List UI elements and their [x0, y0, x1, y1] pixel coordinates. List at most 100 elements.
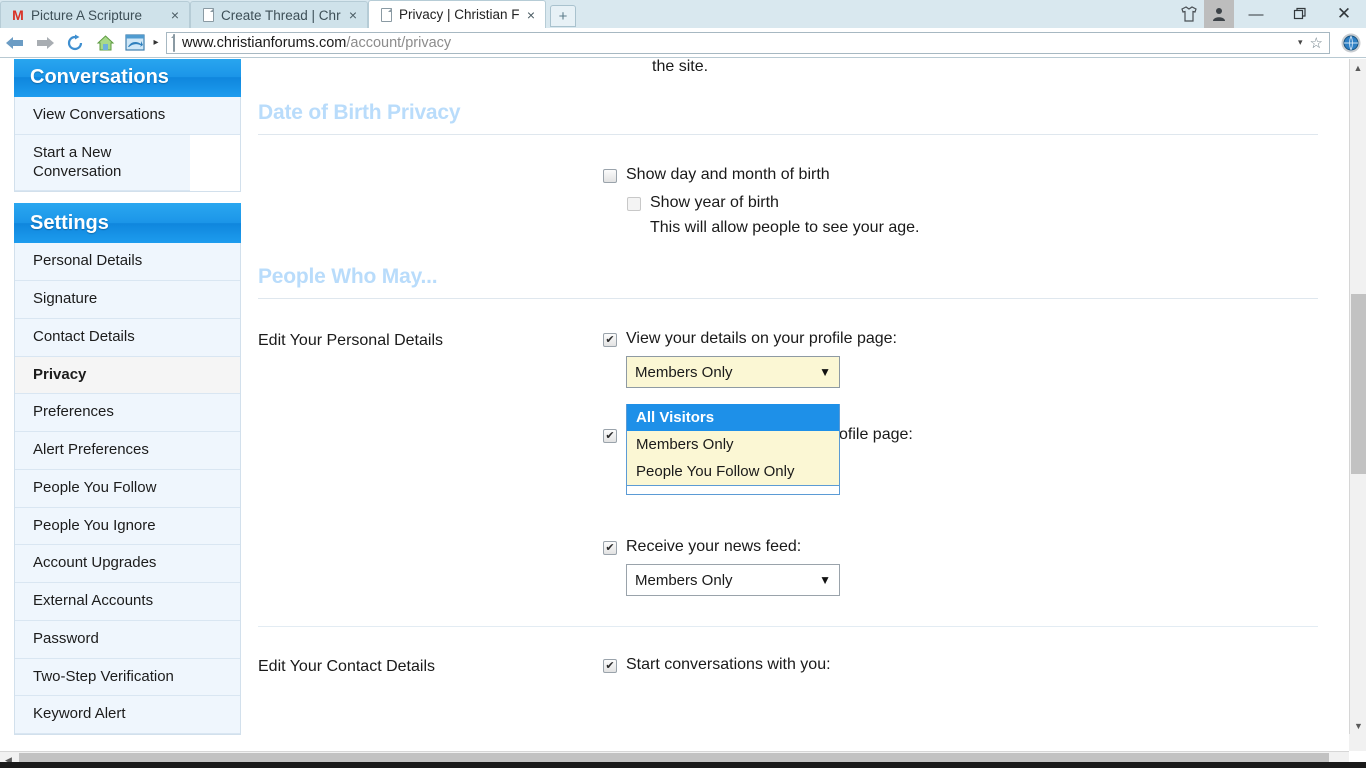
sidebar-item-start-a-new-conversation[interactable]: Start a New Conversation	[15, 134, 190, 192]
scroll-up-button[interactable]: ▲	[1350, 59, 1366, 76]
minimize-button[interactable]: —	[1234, 0, 1278, 28]
section-heading-people-who-may: People Who May...	[258, 237, 1318, 299]
view-identities-checkbox[interactable]: ✔	[603, 429, 617, 443]
sidebar-item-personal-details[interactable]: Personal Details	[15, 243, 240, 281]
sidebar-item-external-accounts[interactable]: External Accounts	[15, 583, 240, 621]
clipped-paragraph-tail: the site.	[652, 59, 709, 75]
chevron-down-icon: ▼	[819, 365, 831, 379]
scrollbar-corner	[1349, 734, 1366, 751]
show-year-checkbox[interactable]	[627, 197, 641, 211]
browser-tab-3[interactable]: Privacy | Christian F ×	[368, 0, 546, 28]
forward-arrow-icon[interactable]	[30, 28, 60, 58]
news-feed-select[interactable]: Members Only ▼	[626, 564, 840, 596]
edit-contact-details-fields: ✔ Start conversations with you:	[603, 655, 1318, 676]
tab-strip: M Picture A Scripture × Create Thread | …	[0, 0, 1366, 28]
tab-title: Privacy | Christian F	[399, 7, 519, 22]
view-details-select[interactable]: Members Only ▼	[626, 356, 840, 388]
start-conversations-label: Start conversations with you:	[626, 656, 831, 673]
edit-contact-details-row: Edit Your Contact Details ✔ Start conver…	[258, 627, 1318, 676]
start-conversations-row[interactable]: ✔ Start conversations with you:	[603, 655, 1318, 674]
view-details-row[interactable]: ✔ View your details on your profile page…	[603, 329, 1318, 348]
sidebar-item-people-you-follow[interactable]: People You Follow	[15, 469, 240, 508]
sidebar-item-alert-preferences[interactable]: Alert Preferences	[15, 432, 240, 470]
view-identities-label: ofile page:	[839, 426, 913, 443]
sidebar-item-people-you-ignore[interactable]: People You Ignore	[15, 507, 240, 546]
main-content: the site. Date of Birth Privacy Show day…	[258, 59, 1318, 676]
feeds-icon[interactable]	[120, 28, 150, 58]
sidebar-heading-conversations: Conversations	[14, 59, 241, 97]
chevron-down-icon: ▼	[819, 573, 831, 587]
sidebar-item-privacy[interactable]: Privacy	[15, 356, 240, 395]
sidebar-item-view-conversations[interactable]: View Conversations	[15, 97, 240, 135]
edit-contact-details-label: Edit Your Contact Details	[258, 658, 435, 675]
scroll-down-button[interactable]: ▼	[1350, 717, 1366, 734]
news-feed-checkbox[interactable]: ✔	[603, 541, 617, 555]
bookmark-star-icon[interactable]: ☆	[1310, 34, 1323, 52]
view-details-checkbox[interactable]: ✔	[603, 333, 617, 347]
section-heading-date-of-birth-privacy: Date of Birth Privacy	[258, 81, 1318, 135]
toolbar-overflow-icon[interactable]: ▸	[150, 28, 162, 58]
sidebar-item-signature[interactable]: Signature	[15, 281, 240, 319]
edit-personal-details-row: Edit Your Personal Details ✔ View your d…	[258, 299, 1318, 596]
gmail-icon: M	[12, 7, 24, 23]
tab-close-button[interactable]: ×	[169, 8, 181, 22]
reload-icon[interactable]	[60, 28, 90, 58]
back-arrow-icon[interactable]	[0, 28, 30, 58]
dropdown-option-all-visitors[interactable]: All Visitors	[627, 404, 839, 431]
sidebar-item-keyword-alert[interactable]: Keyword Alert	[15, 696, 240, 734]
page-icon	[201, 7, 215, 23]
sidebar-group-conversations: View Conversations Start a New Conversat…	[14, 97, 241, 193]
maximize-button[interactable]	[1278, 0, 1322, 28]
page-icon	[173, 33, 175, 52]
vertical-scroll-thumb[interactable]	[1351, 294, 1366, 474]
theme-icon[interactable]	[1174, 0, 1204, 28]
news-feed-select-value: Members Only	[635, 571, 733, 589]
url-text: www.christianforums.com/account/privacy	[182, 35, 1291, 51]
sidebar: Conversations View Conversations Start a…	[14, 59, 241, 735]
dropdown-list-tail	[627, 485, 839, 494]
show-day-month-row[interactable]: Show day and month of birth	[603, 165, 1318, 184]
browser-toolbar: ▸ www.christianforums.com/account/privac…	[0, 28, 1366, 58]
tab-close-button[interactable]: ×	[525, 8, 537, 22]
edit-personal-details-label: Edit Your Personal Details	[258, 332, 443, 349]
chevron-down-icon[interactable]: ▾	[1298, 37, 1303, 48]
show-year-label: Show year of birth	[650, 194, 779, 211]
sidebar-group-settings: Personal Details Signature Contact Detai…	[14, 243, 241, 735]
dropdown-option-people-you-follow-only[interactable]: People You Follow Only	[627, 458, 839, 485]
show-day-month-checkbox[interactable]	[603, 169, 617, 183]
window-bottom-edge	[0, 762, 1366, 768]
date-of-birth-fields: Show day and month of birth Show year of…	[603, 165, 1318, 237]
sidebar-item-password[interactable]: Password	[15, 620, 240, 659]
account-icon[interactable]	[1204, 0, 1234, 28]
age-note: This will allow people to see your age.	[650, 219, 920, 236]
close-button[interactable]: ✕	[1322, 0, 1366, 28]
sidebar-item-contact-details[interactable]: Contact Details	[15, 318, 240, 357]
address-bar[interactable]: www.christianforums.com/account/privacy …	[166, 31, 1330, 54]
browser-tab-1[interactable]: M Picture A Scripture ×	[0, 1, 190, 28]
tab-close-button[interactable]: ×	[347, 8, 359, 22]
home-icon[interactable]	[90, 28, 120, 58]
page-content: Conversations View Conversations Start a…	[0, 59, 1350, 750]
view-details-dropdown-list[interactable]: All Visitors Members Only People You Fol…	[626, 404, 840, 495]
vertical-scrollbar[interactable]: ▲ ▼	[1349, 59, 1366, 751]
new-tab-button[interactable]: +	[550, 5, 576, 27]
globe-gear-icon[interactable]	[1336, 28, 1366, 58]
sidebar-heading-settings: Settings	[14, 203, 241, 244]
row-label-empty	[258, 165, 603, 237]
sidebar-item-account-upgrades[interactable]: Account Upgrades	[15, 545, 240, 583]
window-controls: — ✕	[1174, 0, 1366, 28]
tab-title: Picture A Scripture	[31, 7, 143, 23]
dropdown-option-members-only[interactable]: Members Only	[627, 431, 839, 458]
page-icon	[379, 7, 393, 23]
view-details-select-value: Members Only	[635, 363, 733, 381]
start-conversations-checkbox[interactable]: ✔	[603, 659, 617, 673]
url-path: /account/privacy	[346, 34, 452, 51]
sidebar-item-two-step-verification[interactable]: Two-Step Verification	[15, 658, 240, 697]
view-details-label: View your details on your profile page:	[626, 330, 897, 347]
browser-tab-2[interactable]: Create Thread | Chr ×	[190, 1, 368, 28]
sidebar-item-preferences[interactable]: Preferences	[15, 394, 240, 432]
news-feed-row[interactable]: ✔ Receive your news feed:	[603, 537, 1318, 556]
edit-personal-details-fields: ✔ View your details on your profile page…	[603, 329, 1318, 596]
sidebar-divider	[14, 192, 241, 204]
show-year-row[interactable]: Show year of birth	[627, 193, 1318, 212]
